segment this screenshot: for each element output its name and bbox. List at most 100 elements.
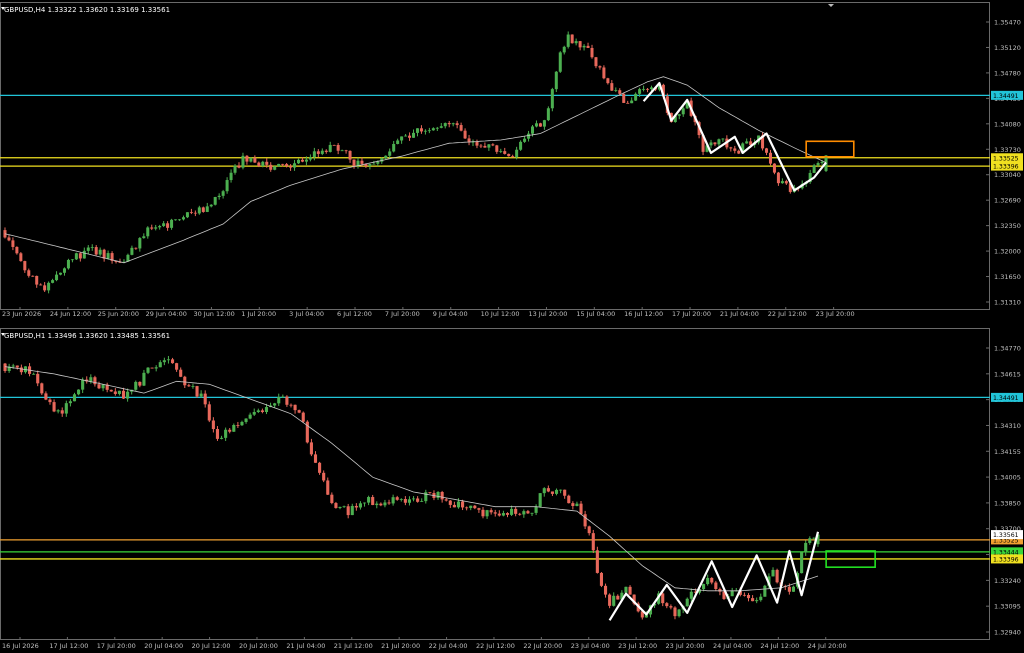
candle-body bbox=[211, 420, 215, 430]
candle-body bbox=[219, 437, 224, 439]
y-tick-label: 1.33850 bbox=[994, 499, 1021, 507]
candle-body bbox=[362, 502, 367, 504]
candle-body bbox=[717, 139, 721, 145]
candle-body bbox=[745, 141, 749, 144]
candle-body bbox=[27, 270, 31, 276]
candle-body bbox=[293, 404, 297, 411]
candle-body bbox=[368, 163, 372, 167]
candle-body bbox=[563, 489, 567, 496]
candle-body bbox=[590, 47, 594, 58]
candle-body bbox=[661, 593, 665, 604]
candle-body bbox=[60, 410, 64, 414]
candle-body bbox=[52, 402, 56, 412]
target-box-orange[interactable] bbox=[805, 140, 855, 158]
candle-body bbox=[603, 585, 608, 595]
candle-body bbox=[459, 125, 463, 131]
candle-body bbox=[526, 511, 530, 514]
candle-body bbox=[285, 164, 289, 167]
candle-body bbox=[348, 150, 352, 160]
candle-body bbox=[534, 123, 538, 127]
candle-body bbox=[776, 172, 780, 184]
candle-body bbox=[130, 247, 134, 255]
candle-body bbox=[336, 145, 340, 151]
x-tick-label: 7 Jul 20:00 bbox=[385, 310, 420, 318]
candle-body bbox=[40, 383, 44, 394]
candle-body bbox=[487, 144, 491, 148]
x-tick-label: 24 Jul 20:00 bbox=[808, 642, 847, 650]
candle-body bbox=[146, 227, 150, 237]
candle-body bbox=[574, 41, 578, 44]
candle-body bbox=[587, 526, 591, 534]
candle-body bbox=[289, 166, 293, 168]
y-tick-label: 1.32940 bbox=[994, 629, 1021, 637]
candle-body bbox=[334, 503, 338, 508]
candle-body bbox=[170, 219, 174, 228]
yellow-level-lower-price-label: 1.33396 bbox=[993, 164, 1019, 171]
candle-body bbox=[352, 159, 356, 167]
x-tick-label: 23 Jun 2026 bbox=[2, 310, 41, 318]
candle-body bbox=[599, 572, 604, 586]
candle-body bbox=[780, 181, 784, 184]
chart-header: GBPUSD,H1 1.33496 1.33620 1.33485 1.3356… bbox=[4, 332, 170, 340]
candle-body bbox=[411, 498, 416, 500]
candle-body bbox=[51, 280, 55, 283]
candle-body bbox=[706, 577, 710, 585]
candle-body bbox=[469, 505, 473, 509]
candle-body bbox=[31, 275, 35, 277]
candle-body bbox=[308, 157, 312, 160]
candle-body bbox=[360, 160, 364, 164]
candle-body bbox=[237, 165, 241, 168]
candle-body bbox=[721, 138, 725, 140]
candle-body bbox=[309, 442, 313, 455]
chart-shift-marker[interactable] bbox=[828, 4, 834, 7]
candle-body bbox=[582, 45, 586, 48]
candle-body bbox=[415, 128, 419, 133]
x-tick-label: 23 Jul 20:00 bbox=[666, 642, 705, 650]
candle-body bbox=[150, 367, 154, 369]
candle-body bbox=[273, 403, 277, 406]
candle-body bbox=[313, 454, 318, 463]
candle-body bbox=[550, 491, 554, 494]
candle-body bbox=[154, 227, 158, 229]
candle-body bbox=[142, 372, 146, 386]
candle-body bbox=[630, 100, 634, 104]
candle-body bbox=[473, 505, 477, 509]
candle-body bbox=[737, 150, 741, 154]
y-tick-label: 1.35120 bbox=[994, 44, 1021, 52]
candle-body bbox=[495, 145, 499, 152]
x-tick-label: 1 Jul 20:00 bbox=[241, 310, 276, 318]
y-tick-label: 1.34310 bbox=[994, 422, 1021, 430]
candle-body bbox=[72, 394, 77, 402]
candle-body bbox=[228, 429, 232, 432]
candle-body bbox=[245, 155, 249, 162]
candle-body bbox=[330, 494, 334, 504]
candle-body bbox=[538, 123, 542, 127]
candle-body bbox=[665, 603, 669, 607]
candle-body bbox=[207, 404, 211, 421]
zigzag-pattern-line[interactable] bbox=[608, 531, 820, 621]
candle-body bbox=[117, 390, 121, 394]
candle-body bbox=[763, 585, 767, 597]
candle-body bbox=[591, 533, 595, 551]
bid-price-label: 1.33561 bbox=[993, 532, 1019, 539]
candle-body bbox=[646, 88, 650, 90]
x-tick-label: 17 Jul 12:00 bbox=[49, 642, 88, 650]
y-tick-label: 1.34780 bbox=[994, 69, 1021, 77]
candle-body bbox=[44, 393, 48, 400]
candle-body bbox=[181, 217, 185, 220]
x-tick-label: 21 Jul 12:00 bbox=[334, 642, 373, 650]
candle-body bbox=[681, 108, 685, 115]
candle-body bbox=[575, 503, 579, 507]
candle-body bbox=[296, 159, 300, 164]
candle-body bbox=[371, 497, 375, 506]
candle-body bbox=[689, 591, 693, 599]
candle-body bbox=[702, 584, 706, 590]
x-tick-label: 23 Jul 04:00 bbox=[571, 642, 610, 650]
y-tick-label: 1.34770 bbox=[994, 345, 1021, 353]
x-tick-label: 21 Jul 20:00 bbox=[381, 642, 420, 650]
candle-body bbox=[616, 595, 620, 600]
candle-body bbox=[7, 237, 11, 241]
zigzag-pattern-line[interactable] bbox=[642, 82, 827, 192]
candle-body bbox=[562, 46, 566, 53]
candle-body bbox=[571, 503, 575, 507]
